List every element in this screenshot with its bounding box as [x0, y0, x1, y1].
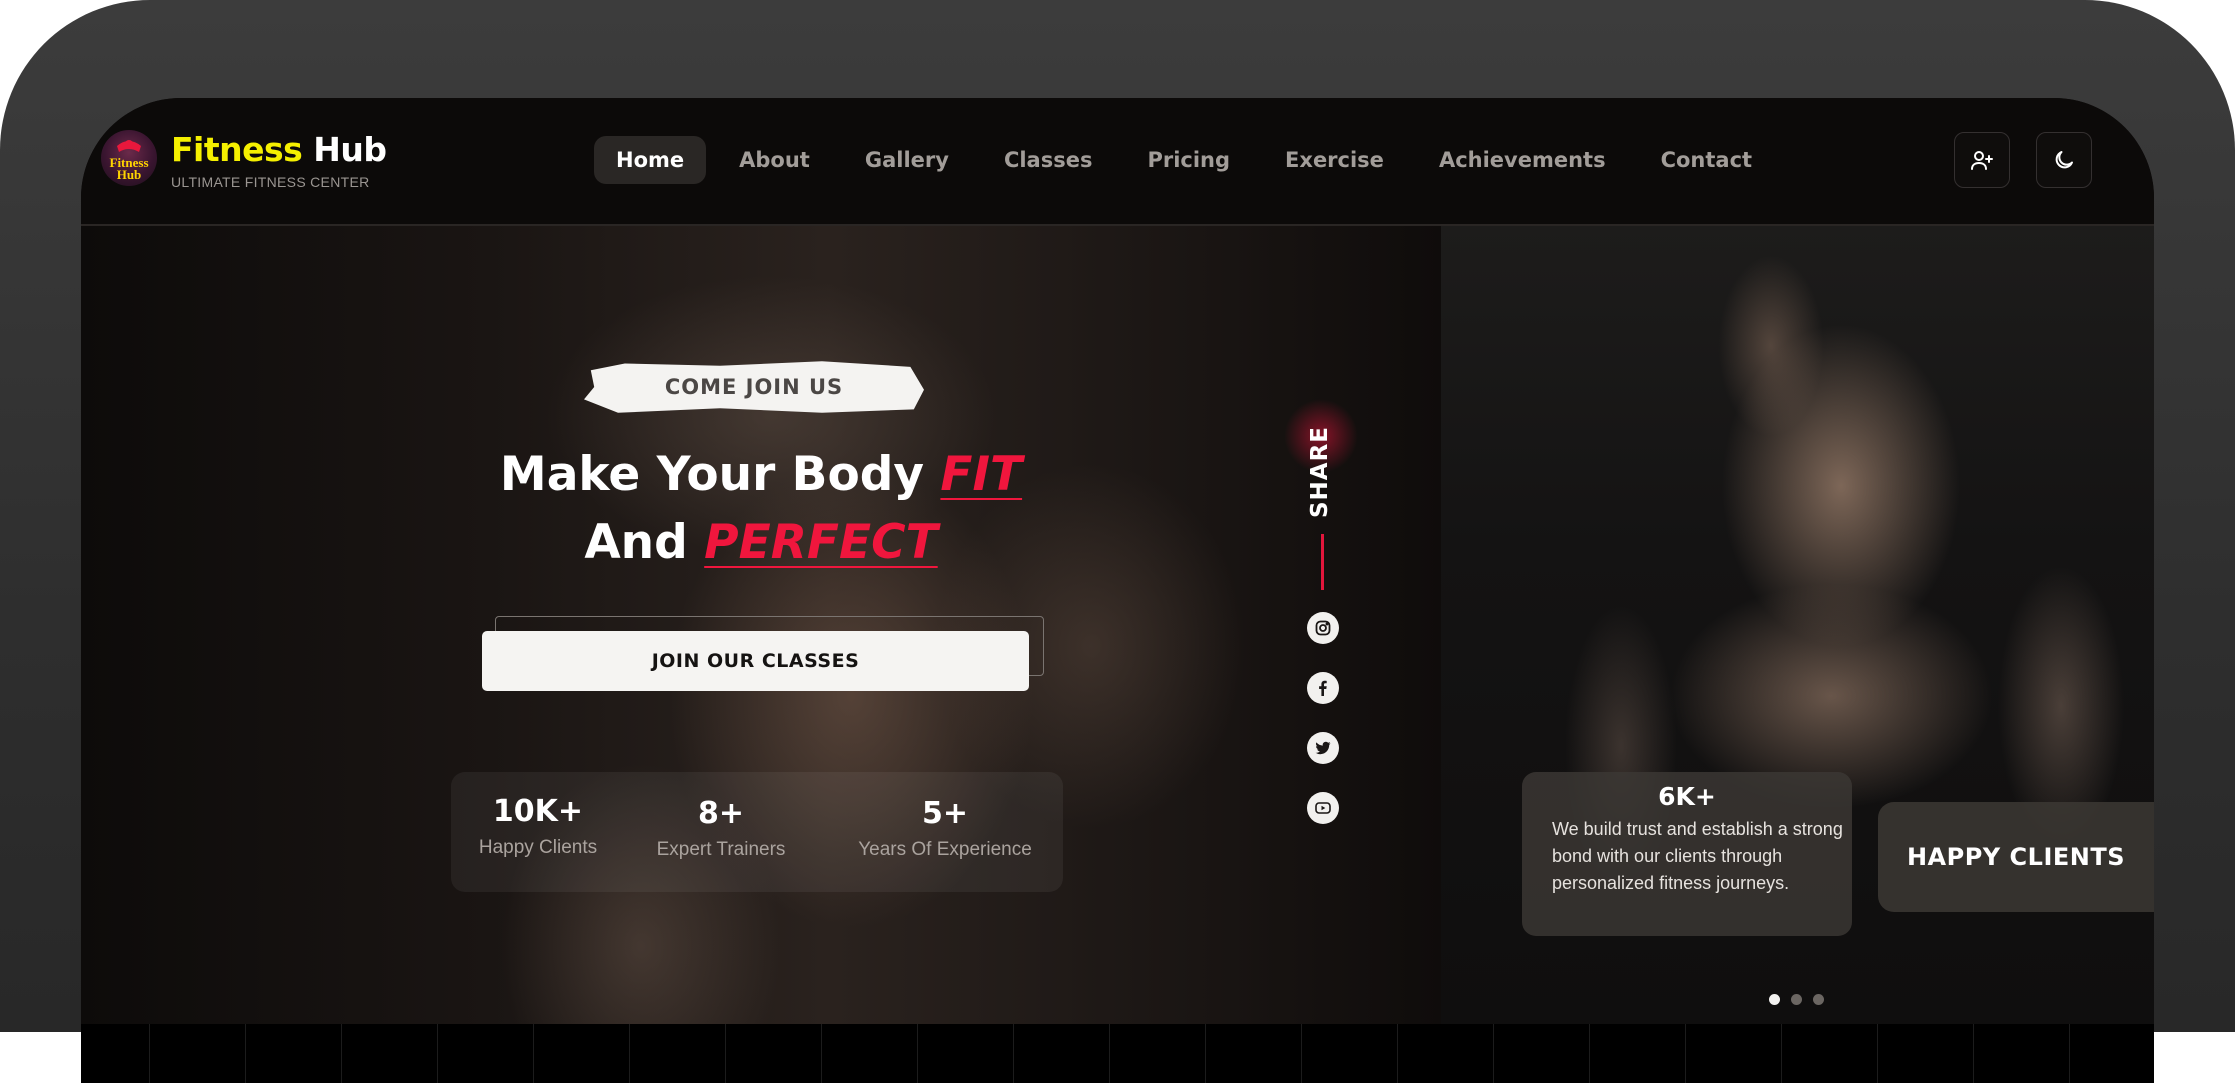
brand-tagline: ULTIMATE FITNESS CENTER	[171, 174, 370, 190]
brand-name-part2: Hub	[313, 130, 387, 169]
headline-highlight-fit: FIT	[940, 447, 1023, 502]
testimonial-description: We build trust and establish a strong bo…	[1552, 819, 1843, 893]
nav-item-classes[interactable]: Classes	[982, 136, 1115, 184]
nav-item-home[interactable]: Home	[594, 136, 707, 184]
instagram-icon	[1315, 620, 1331, 636]
stat-expert-trainers: 8+ Expert Trainers	[631, 794, 811, 866]
add-user-icon	[1971, 151, 1993, 170]
twitter-icon	[1315, 741, 1331, 755]
stat-happy-clients: 10K+ Happy Clients	[463, 792, 613, 864]
facebook-link[interactable]	[1307, 672, 1339, 704]
carousel-dot-2[interactable]	[1791, 994, 1802, 1005]
main-nav: Home About Gallery Classes Pricing Exerc…	[594, 136, 1785, 184]
testimonial-value: 6K+	[1658, 782, 1716, 811]
nav-item-gallery[interactable]: Gallery	[843, 136, 971, 184]
nav-item-achievements[interactable]: Achievements	[1417, 136, 1628, 184]
share-divider	[1321, 534, 1324, 590]
stat-label: Expert Trainers	[656, 839, 786, 860]
theme-toggle-button[interactable]	[2036, 132, 2092, 188]
stat-value: 5+	[921, 796, 968, 831]
hero-section: COME JOIN US Make Your Body FIT And PERF…	[81, 226, 2154, 1024]
stat-label: Happy Clients	[478, 837, 598, 858]
twitter-link[interactable]	[1307, 732, 1339, 764]
register-button[interactable]	[1954, 132, 2010, 188]
youtube-link[interactable]	[1307, 792, 1339, 824]
nav-item-pricing[interactable]: Pricing	[1125, 136, 1252, 184]
brand-name[interactable]: Fitness Hub	[171, 130, 387, 170]
browser-screen: Fitness Hub Fitness Hub ULTIMATE FITNESS…	[81, 98, 2154, 1083]
join-classes-button[interactable]: JOIN OUR CLASSES	[482, 631, 1029, 691]
headline-line1: Make Your Body	[499, 447, 925, 502]
nav-item-exercise[interactable]: Exercise	[1263, 136, 1406, 184]
share-label: SHARE	[1307, 425, 1333, 519]
next-section-preview	[81, 1024, 2154, 1083]
stat-value: 10K+	[492, 794, 584, 829]
site-header: Fitness Hub Fitness Hub ULTIMATE FITNESS…	[81, 98, 2154, 226]
hero-headline: Make Your Body FIT And PERFECT	[461, 441, 1061, 577]
carousel-dot-3[interactable]	[1813, 994, 1824, 1005]
nav-item-about[interactable]: About	[717, 136, 832, 184]
instagram-link[interactable]	[1307, 612, 1339, 644]
facebook-icon	[1319, 680, 1327, 696]
headline-line2: And	[584, 515, 688, 570]
testimonial-card: 6K+ We build trust and establish a stron…	[1522, 772, 1852, 936]
nav-item-contact[interactable]: Contact	[1639, 136, 1775, 184]
brand-name-part1: Fitness	[171, 130, 303, 169]
logo-icon[interactable]: Fitness Hub	[101, 130, 157, 186]
stat-years-experience: 5+ Years Of Experience	[836, 794, 1054, 866]
youtube-icon	[1315, 802, 1331, 814]
happy-clients-label: HAPPY CLIENTS	[1878, 802, 2154, 912]
moon-icon	[2055, 151, 2073, 169]
stats-panel: 10K+ Happy Clients 8+ Expert Trainers 5+…	[451, 772, 1063, 892]
hero-badge: COME JOIN US	[664, 375, 844, 399]
headline-highlight-perfect: PERFECT	[704, 515, 938, 570]
stat-label: Years Of Experience	[858, 839, 1032, 860]
stat-value: 8+	[697, 796, 744, 831]
carousel-dot-1[interactable]	[1769, 994, 1780, 1005]
